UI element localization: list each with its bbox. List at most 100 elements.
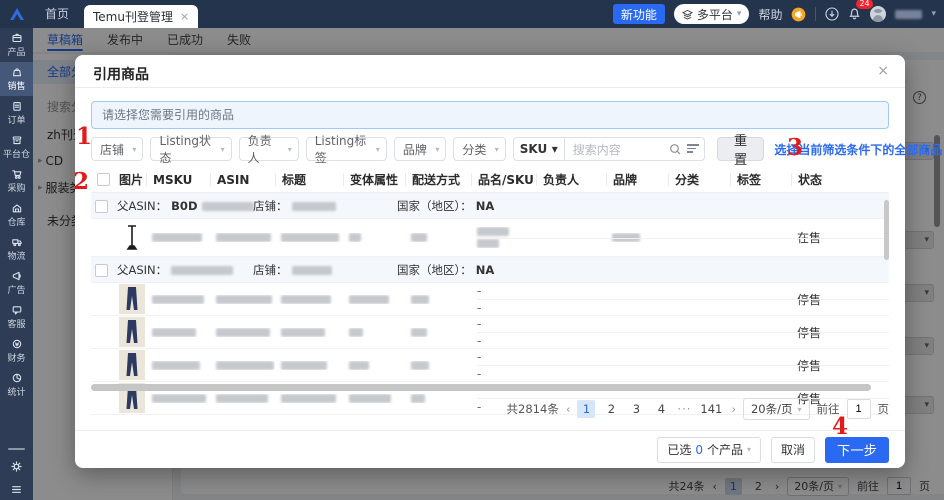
select-all-checkbox[interactable] [97,173,110,186]
product-image [113,317,146,347]
parent-asin-label: 父ASIN： [117,263,168,277]
sidebar-item-logistics[interactable]: 物流 [0,232,33,266]
box-icon [11,33,22,43]
notifications[interactable]: 24 [848,0,873,24]
table-row[interactable]: -- - - - - 停售 [91,349,889,382]
search-icon[interactable] [669,143,682,156]
reset-button[interactable]: 重置 [716,133,765,167]
sku-type-select[interactable]: SKU ▾ [512,137,565,161]
col-msku: MSKU [146,173,210,186]
blurred-text [477,227,509,236]
filter-label: 负责人 [247,134,272,165]
country: 国家（地区）： NA [397,257,494,283]
tab-close-icon[interactable]: × [180,10,189,23]
chevron-down-icon: ▾ [375,144,380,154]
blurred-text [291,201,336,211]
sidebar-item-orders[interactable]: 订单 [0,96,33,130]
annotation-1: 1 [76,123,93,150]
avatar[interactable] [870,6,887,22]
page-number[interactable]: 2 [602,400,620,418]
sidebar-item-label: 物流 [7,252,26,262]
sidebar-item-statistics[interactable]: 统计 [0,368,33,402]
group-checkbox[interactable] [95,199,108,213]
table-row[interactable]: - - 在售 [91,219,889,257]
page-number-last[interactable]: 141 [698,400,724,418]
shop-label: 店铺： [253,199,288,213]
cancel-button[interactable]: 取消 [771,436,816,463]
filter-sort-icon[interactable] [686,144,699,153]
chevron-down-icon: ▾ [132,144,137,154]
topbar-right: 新功能 多平台 ▾ 帮助 24 ▾ [612,0,936,28]
table-row[interactable]: -- - - - - 停售 [91,283,889,316]
blurred-text [216,233,271,242]
product-select-box[interactable]: 请选择您需要引用的商品 [91,101,889,129]
parent-asin-value: B0D [171,199,198,213]
country: 国家（地区）： NA [397,193,494,219]
app-logo[interactable] [0,0,33,28]
table-horizontal-scrollbar[interactable] [91,384,871,391]
new-feature-button[interactable]: 新功能 [612,4,665,24]
main-sidebar: 产品 销售 订单 平台仓 采购 仓库 物流 广告 客服 财务 统计 [0,28,33,500]
sidebar-item-advertising[interactable]: 广告 [0,266,33,300]
msku-cell [146,233,210,242]
chevron-down-icon: ▾ [220,144,225,154]
table-row[interactable]: -- - - - - 停售 [91,316,889,349]
pages-ellipsis[interactable]: ··· [677,402,691,416]
blurred-text [152,233,202,242]
menu-list-icon[interactable] [10,483,23,496]
tab-temu-listing[interactable]: Temu刊登管理 × [84,5,199,28]
chat-icon [12,306,21,315]
sidebar-item-sales[interactable]: 销售 [0,62,33,96]
country-value: NA [475,199,495,213]
filter-owner[interactable]: 负责人 ▾ [238,134,299,165]
selected-count: 0 [695,442,703,457]
goto-page-input[interactable] [846,399,871,419]
user-menu-chevron-icon[interactable]: ▾ [931,9,936,19]
modal-close-icon[interactable]: × [877,63,889,79]
platform-selector[interactable]: 多平台 ▾ [673,4,750,24]
gear-icon[interactable] [10,460,23,473]
selected-products-button[interactable]: 已选 0 个产品 ▾ [657,436,762,463]
filter-brand[interactable]: 品牌 ▾ [393,137,447,161]
bag-icon [12,68,21,77]
page-number[interactable]: 1 [577,400,596,418]
page-number[interactable]: 3 [627,400,645,418]
blurred-text [281,233,339,242]
sidebar-item-platform-warehouse[interactable]: 平台仓 [0,130,33,164]
table-vertical-scrollbar[interactable] [884,200,889,260]
filter-listing-tag[interactable]: Listing标签 ▾ [305,134,387,165]
filter-category[interactable]: 分类 ▾ [453,137,506,161]
msku-cell [146,360,210,370]
announcement-icon[interactable] [791,7,806,22]
search-input[interactable]: 搜索内容 [564,137,705,161]
sidebar-item-warehouse[interactable]: 仓库 [0,198,33,232]
blurred-text [201,201,254,211]
blurred-text [216,294,272,304]
prev-page-icon[interactable]: ‹ [566,402,571,416]
filter-listing-status[interactable]: Listing状态 ▾ [150,134,232,165]
search-placeholder: 搜索内容 [572,142,621,157]
group-checkbox[interactable] [95,263,108,277]
filter-row: 店铺 ▾ Listing状态 ▾ 负责人 ▾ Listing标签 ▾ 品牌 ▾ 分类 ▾ S… [91,133,942,167]
tab-label: Temu刊登管理 [93,10,173,24]
sidebar-item-customer-service[interactable]: 客服 [0,300,33,334]
next-step-button[interactable]: 下一步 [825,436,889,463]
search-combo: SKU ▾ 搜索内容 [512,137,705,161]
col-variant: 变体属性 [343,173,405,186]
sidebar-item-finance[interactable]: 财务 [0,334,33,368]
blurred-text [411,360,429,370]
filter-shop[interactable]: 店铺 ▾ [91,137,144,161]
help-link[interactable]: 帮助 [758,6,782,23]
col-image: 图片 [119,173,144,186]
annotation-3: 3 [787,134,804,161]
sidebar-item-products[interactable]: 产品 [0,28,33,62]
download-icon[interactable] [825,7,840,21]
page-size-select[interactable]: 20条/页 ▾ [742,398,810,420]
parent-asin: 父ASIN： B0D [117,193,254,219]
modal-footer: 已选 0 个产品 ▾ 取消 下一步 [75,430,905,468]
sidebar-item-purchasing[interactable]: 采购 [0,164,33,198]
next-page-icon[interactable]: › [731,402,736,416]
page-number[interactable]: 4 [652,400,670,418]
tab-home[interactable]: 首页 [45,0,69,28]
col-asin: ASIN [210,173,275,186]
